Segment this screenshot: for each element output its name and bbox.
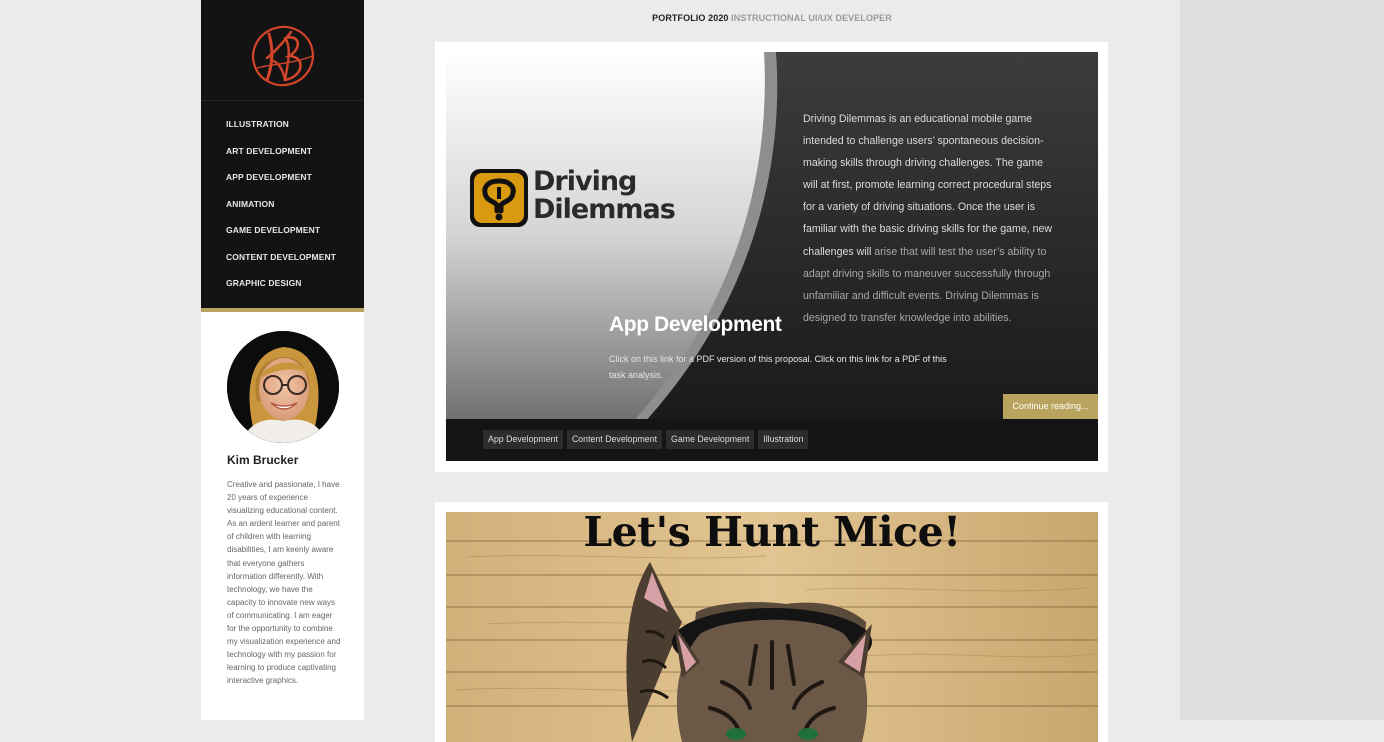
- site-header: PORTFOLIO 2020 INSTRUCTIONAL UI/UX DEVEL…: [364, 13, 1180, 23]
- logo-text-driving: Driving: [533, 166, 637, 197]
- main-nav: ILLUSTRATION ART DEVELOPMENT APP DEVELOP…: [201, 101, 364, 304]
- nav-item-animation[interactable]: ANIMATION: [226, 198, 364, 225]
- site-title[interactable]: PORTFOLIO 2020: [652, 13, 728, 23]
- kb-monogram-logo[interactable]: [251, 24, 315, 92]
- tag-illustration[interactable]: Illustration: [758, 430, 809, 449]
- sidebar-header: ILLUSTRATION ART DEVELOPMENT APP DEVELOP…: [201, 0, 364, 312]
- game-title: Let's Hunt Mice!: [583, 512, 961, 556]
- profile-avatar: [227, 331, 339, 443]
- continue-reading-button[interactable]: Continue reading...: [1003, 394, 1098, 419]
- post-card-2: Let's Hunt Mice!: [435, 502, 1108, 742]
- post-links: Click on this link for a PDF version of …: [609, 351, 949, 383]
- nav-item-graphic-design[interactable]: GRAPHIC DESIGN: [226, 277, 364, 304]
- site-tagline: INSTRUCTIONAL UI/UX DEVELOPER: [731, 13, 892, 23]
- logo-area: [201, 0, 364, 101]
- profile: Kim Brucker Creative and passionate, I h…: [227, 331, 340, 685]
- profile-bio: Creative and passionate, I have 20 years…: [227, 480, 341, 686]
- nav-item-content-development[interactable]: CONTENT DEVELOPMENT: [226, 251, 364, 278]
- nav-item-illustration[interactable]: ILLUSTRATION: [226, 118, 364, 145]
- sidebar: ILLUSTRATION ART DEVELOPMENT APP DEVELOP…: [201, 0, 364, 720]
- tag-content-development[interactable]: Content Development: [566, 430, 663, 449]
- proposal-pdf-link[interactable]: Click on this link for a PDF version of …: [609, 354, 812, 364]
- tag-app-development[interactable]: App Development: [483, 430, 563, 449]
- nav-item-app-development[interactable]: APP DEVELOPMENT: [226, 171, 364, 198]
- post-title[interactable]: App Development: [609, 313, 782, 337]
- post-tag-bar: App Development Content Development Game…: [446, 419, 1098, 461]
- logo-text-dilemmas: Dilemmas: [533, 194, 676, 225]
- post-excerpt: Driving Dilemmas is an educational mobil…: [803, 108, 1058, 329]
- driving-dilemmas-logo: Driving Dilemmas: [468, 167, 688, 231]
- nav-item-game-development[interactable]: GAME DEVELOPMENT: [226, 224, 364, 251]
- nav-item-art-development[interactable]: ART DEVELOPMENT: [226, 145, 364, 172]
- post-hero[interactable]: Driving Dilemmas Driving Dilemmas is an …: [446, 52, 1098, 461]
- question-sign-icon: [470, 169, 528, 227]
- post-card: Driving Dilemmas Driving Dilemmas is an …: [435, 42, 1108, 472]
- post-tags: App Development Content Development Game…: [483, 430, 809, 449]
- page-background-band: [1180, 0, 1384, 720]
- post-excerpt-text: Driving Dilemmas is an educational mobil…: [803, 113, 1053, 258]
- profile-name: Kim Brucker: [227, 453, 299, 467]
- lets-hunt-mice-image[interactable]: Let's Hunt Mice!: [446, 512, 1098, 742]
- tag-game-development[interactable]: Game Development: [666, 430, 755, 449]
